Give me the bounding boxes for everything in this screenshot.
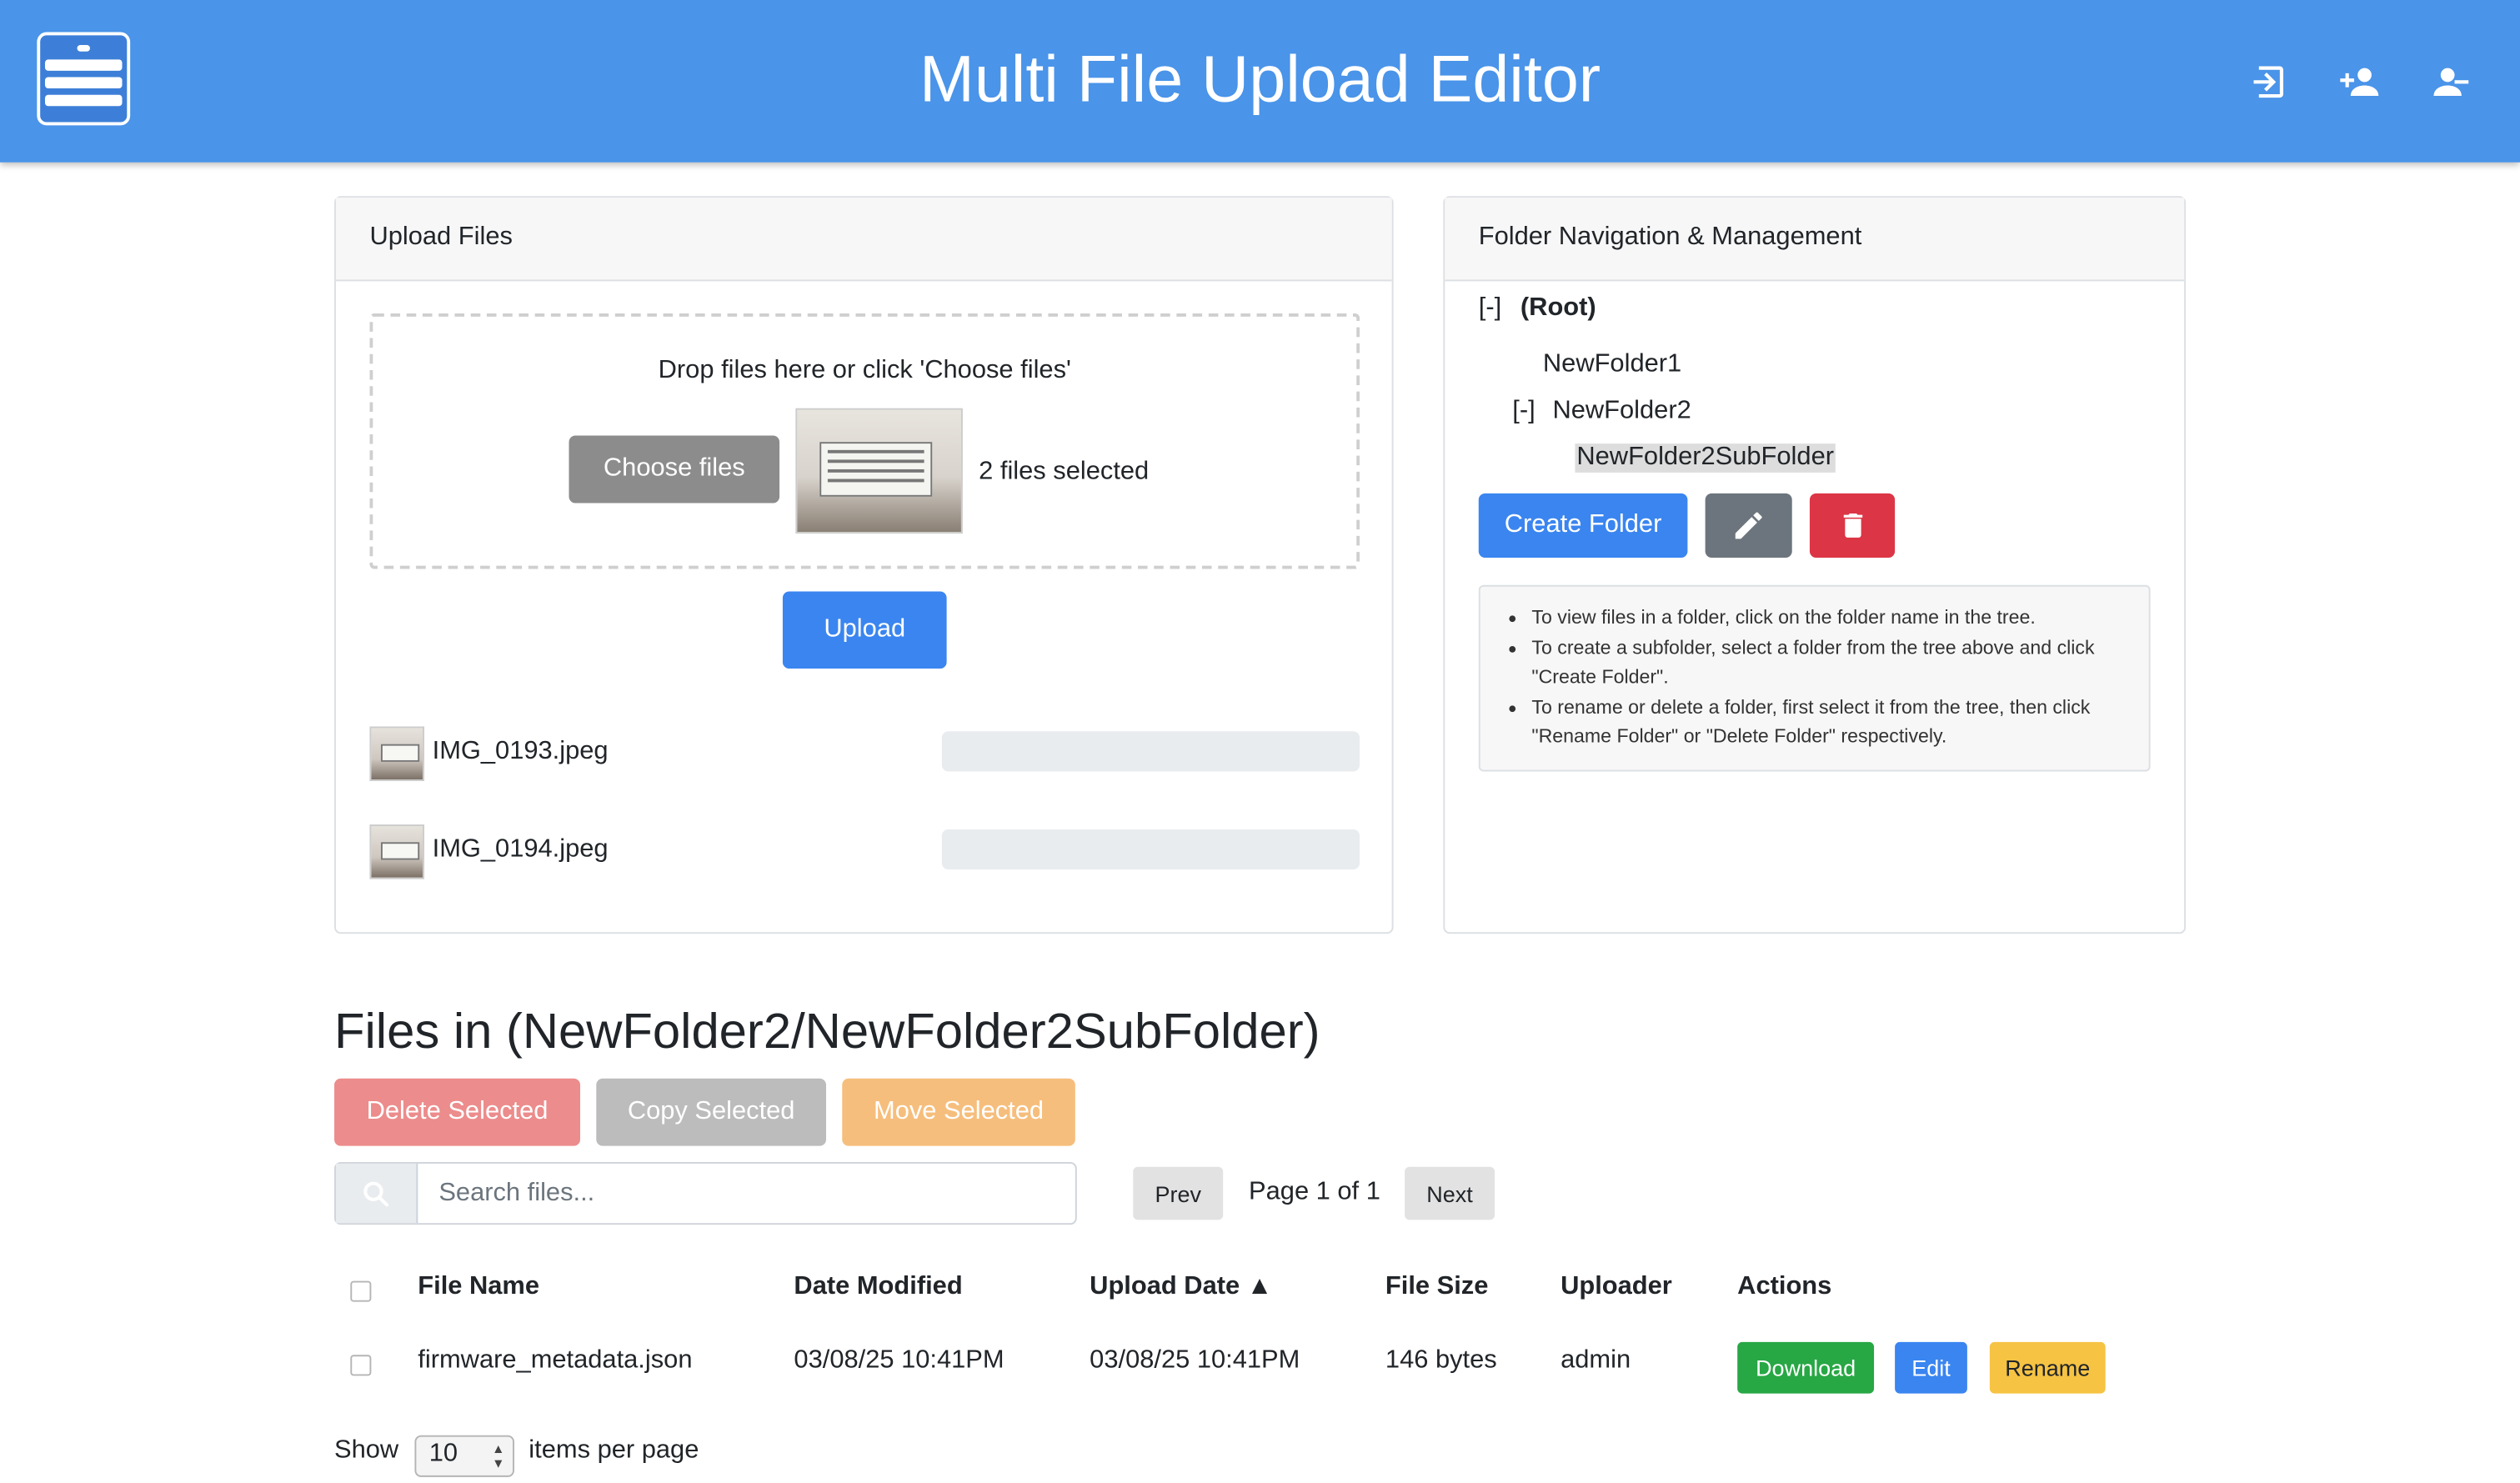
search-input[interactable] xyxy=(419,1163,1074,1224)
files-section-title: Files in (NewFolder2/NewFolder2SubFolder… xyxy=(334,1003,1320,1060)
folder-card-title: Folder Navigation & Management xyxy=(1445,198,2185,282)
search-icon xyxy=(335,1163,418,1224)
column-header-upload-date[interactable]: Upload Date ▲ xyxy=(1090,1273,1272,1302)
tree-folder-subfolder[interactable]: NewFolder2SubFolder xyxy=(1575,443,1836,473)
row-file-name: firmware_metadata.json xyxy=(418,1346,693,1375)
file-thumbnail xyxy=(369,726,424,782)
upload-button[interactable]: Upload xyxy=(782,591,947,669)
tree-folder2-toggle[interactable]: [-] xyxy=(1512,397,1535,426)
create-folder-button[interactable]: Create Folder xyxy=(1478,493,1688,559)
delete-selected-button[interactable]: Delete Selected xyxy=(334,1078,581,1146)
drop-zone-text: Drop files here or click 'Choose files' xyxy=(658,357,1071,384)
upload-progress-bar xyxy=(941,731,1360,772)
help-item: To rename or delete a folder, first sele… xyxy=(1531,692,2129,751)
select-arrows-icon: ▲ ▼ xyxy=(492,1441,505,1471)
app-header: Multi File Upload Editor xyxy=(0,0,2520,163)
select-all-checkbox[interactable] xyxy=(350,1280,372,1302)
move-selected-button[interactable]: Move Selected xyxy=(842,1078,1075,1146)
row-upload-date: 03/08/25 10:41PM xyxy=(1090,1346,1300,1375)
row-uploader: admin xyxy=(1561,1346,1631,1375)
page-title: Multi File Upload Editor xyxy=(919,42,1601,116)
tree-folder-newfolder1[interactable]: NewFolder1 xyxy=(1543,350,1681,379)
folder-help-box: To view files in a folder, click on the … xyxy=(1478,584,2151,772)
remove-user-icon[interactable] xyxy=(2428,61,2470,103)
edit-button[interactable]: Edit xyxy=(1895,1341,1967,1394)
file-preview-image xyxy=(795,408,963,534)
prev-page-button[interactable]: Prev xyxy=(1133,1166,1224,1220)
row-checkbox[interactable] xyxy=(350,1355,372,1376)
tree-root[interactable]: (Root) xyxy=(1521,294,1596,323)
copy-selected-button[interactable]: Copy Selected xyxy=(596,1078,826,1146)
delete-folder-button[interactable] xyxy=(1809,493,1896,559)
show-label: Show xyxy=(334,1436,399,1465)
folder-card: Folder Navigation & Management [-] (Root… xyxy=(1443,196,2187,934)
help-item: To create a subfolder, select a folder f… xyxy=(1531,633,2129,692)
next-page-button[interactable]: Next xyxy=(1405,1166,1495,1220)
rename-folder-button[interactable] xyxy=(1705,493,1792,559)
items-per-page-select[interactable]: 10 ▲ ▼ xyxy=(414,1435,514,1477)
items-per-page-value: 10 xyxy=(428,1440,458,1468)
upload-file-name: IMG_0193.jpeg xyxy=(432,737,609,765)
column-header-actions: Actions xyxy=(1737,1272,1832,1300)
drop-zone[interactable]: Drop files here or click 'Choose files' … xyxy=(369,313,1360,569)
column-header-file-name[interactable]: File Name xyxy=(418,1273,539,1302)
help-item: To view files in a folder, click on the … xyxy=(1531,603,2129,633)
tree-root-toggle[interactable]: [-] xyxy=(1479,294,1501,323)
column-header-uploader[interactable]: Uploader xyxy=(1561,1273,1672,1302)
page-indicator: Page 1 of 1 xyxy=(1249,1178,1380,1205)
row-file-size: 146 bytes xyxy=(1385,1346,1497,1375)
download-button[interactable]: Download xyxy=(1737,1341,1875,1394)
file-thumbnail xyxy=(369,824,424,879)
row-date-modified: 03/08/25 10:41PM xyxy=(794,1346,1004,1375)
search-bar xyxy=(334,1161,1077,1225)
upload-progress-bar xyxy=(941,829,1360,870)
files-selected-text: 2 files selected xyxy=(979,458,1150,486)
tree-folder-newfolder2[interactable]: NewFolder2 xyxy=(1552,397,1691,426)
choose-files-button[interactable]: Choose files xyxy=(569,435,780,504)
column-header-date-modified[interactable]: Date Modified xyxy=(794,1273,962,1302)
pencil-icon xyxy=(1735,512,1762,539)
rename-button[interactable]: Rename xyxy=(1989,1341,2106,1394)
column-header-file-size[interactable]: File Size xyxy=(1385,1273,1488,1302)
upload-card: Upload Files Drop files here or click 'C… xyxy=(334,196,1394,934)
upload-file-item: IMG_0194.jpeg xyxy=(369,824,1360,879)
items-per-page-label: items per page xyxy=(529,1436,699,1465)
trash-icon xyxy=(1842,513,1862,538)
upload-file-item: IMG_0193.jpeg xyxy=(369,726,1360,782)
upload-file-name: IMG_0194.jpeg xyxy=(432,835,609,864)
upload-card-title: Upload Files xyxy=(335,198,1392,282)
login-icon[interactable] xyxy=(2248,61,2290,103)
add-user-icon[interactable] xyxy=(2338,61,2380,103)
